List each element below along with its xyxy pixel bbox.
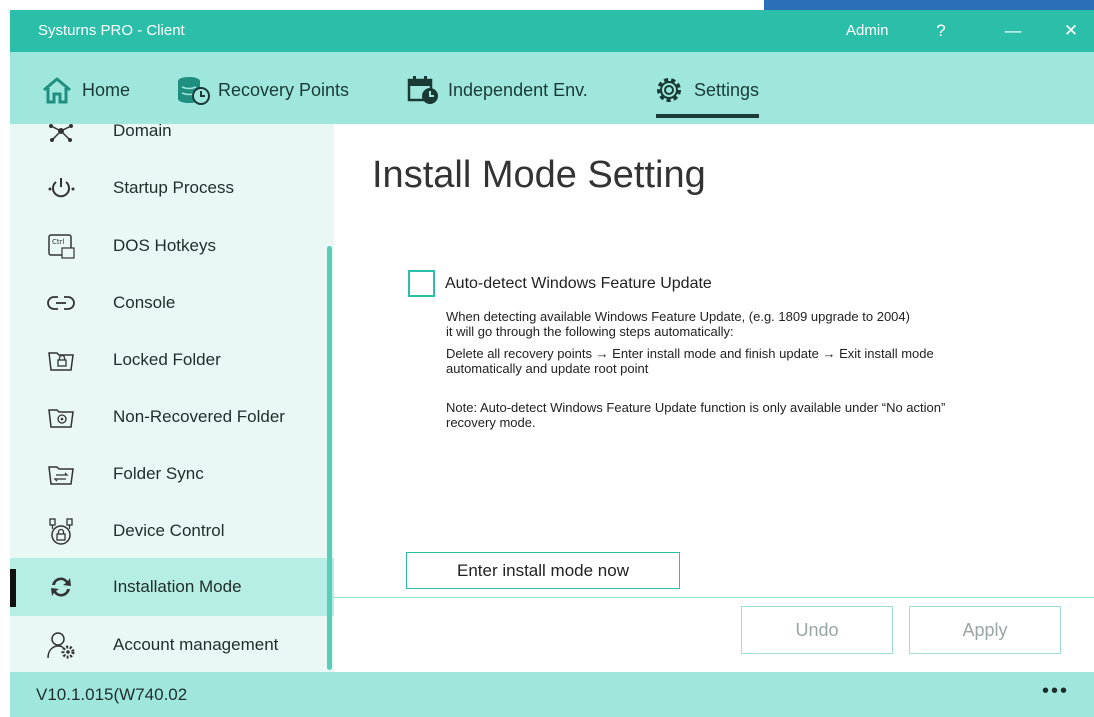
sidebar-item-console[interactable]: Console <box>10 274 334 332</box>
folder-sync-icon <box>48 466 74 485</box>
home-icon <box>43 77 71 104</box>
description-text: it will go through the following steps a… <box>446 324 734 339</box>
nonrecovered-folder-icon <box>48 409 74 428</box>
account-gear-icon <box>47 632 75 659</box>
installation-mode-icon <box>51 577 71 597</box>
active-item-indicator <box>10 569 16 607</box>
database-restore-icon <box>178 77 210 105</box>
active-tab-indicator <box>656 114 760 118</box>
tab-home[interactable]: Home <box>40 70 130 110</box>
desktop-edge <box>764 0 1094 10</box>
sidebar-item-label: Locked Folder <box>113 350 221 369</box>
sidebar-item-account-management[interactable]: Account management <box>10 616 334 672</box>
tab-recovery-points[interactable]: Recovery Points <box>176 70 349 110</box>
main-nav: Home Recovery Points Independent Env. Se… <box>10 52 1094 124</box>
auto-detect-option[interactable]: Auto-detect Windows Feature Update <box>408 270 712 297</box>
apply-button[interactable]: Apply <box>909 606 1061 654</box>
auto-detect-label[interactable]: Auto-detect Windows Feature Update <box>445 275 712 293</box>
version-label: V10.1.015(W740.02 <box>36 685 188 704</box>
more-options-icon[interactable]: ••• <box>1042 680 1069 703</box>
admin-user-label[interactable]: Admin <box>846 22 889 39</box>
gear-icon <box>657 78 681 102</box>
top-strip <box>0 0 1094 10</box>
help-button[interactable]: ? <box>926 16 956 46</box>
sidebar-item-label: Folder Sync <box>113 464 204 483</box>
sidebar-item-label: Installation Mode <box>113 577 242 596</box>
sidebar-item-locked-folder[interactable]: Locked Folder <box>10 331 334 389</box>
close-button[interactable]: ✕ <box>1056 16 1086 46</box>
tab-settings[interactable]: Settings <box>652 70 760 118</box>
description-text: automatically and update root point <box>446 361 649 376</box>
device-control-icon <box>49 518 73 545</box>
sidebar-item-label: Device Control <box>113 521 225 540</box>
sidebar-item-domain[interactable]: Domain <box>10 124 334 160</box>
sidebar-item-device-control[interactable]: Device Control <box>10 502 334 560</box>
tab-independent-env-label: Independent Env. <box>448 79 588 100</box>
sidebar-item-label: Non-Recovered Folder <box>113 407 285 426</box>
sidebar-item-label: DOS Hotkeys <box>113 236 216 255</box>
sidebar-item-label: Console <box>113 293 176 312</box>
sidebar-item-label: Domain <box>113 124 172 140</box>
power-startup-icon <box>48 178 75 198</box>
undo-button[interactable]: Undo <box>741 606 893 654</box>
description-text: Delete all recovery points → Enter insta… <box>446 346 934 361</box>
auto-detect-checkbox[interactable] <box>408 270 435 297</box>
minimize-button[interactable]: — <box>998 16 1028 46</box>
svg-text:Ctrl: Ctrl <box>52 238 65 246</box>
settings-sidebar[interactable]: Domain Startup Process Ctrl DOS Hotkeys … <box>10 124 334 672</box>
tab-recovery-points-label: Recovery Points <box>218 79 350 100</box>
main-content: Install Mode Setting Auto-detect Windows… <box>334 124 1094 672</box>
tab-settings-label: Settings <box>694 79 760 100</box>
sidebar-item-non-recovered-folder[interactable]: Non-Recovered Folder <box>10 388 334 446</box>
network-icon <box>49 124 73 142</box>
calendar-clock-icon <box>407 76 438 104</box>
sidebar-item-folder-sync[interactable]: Folder Sync <box>10 445 334 503</box>
page-title: Install Mode Setting <box>372 154 706 196</box>
sidebar-item-label: Account management <box>113 635 279 654</box>
link-console-icon <box>47 296 75 310</box>
status-bar: V10.1.015(W740.02 ••• <box>10 672 1094 717</box>
sidebar-item-dos-hotkeys[interactable]: Ctrl DOS Hotkeys <box>10 217 334 275</box>
sidebar-item-installation-mode[interactable]: Installation Mode <box>10 558 334 616</box>
divider <box>334 597 1094 598</box>
description-text: When detecting available Windows Feature… <box>446 309 910 324</box>
ctrl-key-icon: Ctrl <box>48 234 75 259</box>
tab-independent-env[interactable]: Independent Env. <box>406 70 588 110</box>
sidebar-item-label: Startup Process <box>113 178 234 197</box>
title-bar: Systurns PRO - Client Admin ? — ✕ <box>10 10 1094 52</box>
enter-install-mode-button[interactable]: Enter install mode now <box>406 552 680 589</box>
sidebar-item-startup-process[interactable]: Startup Process <box>10 159 334 217</box>
locked-folder-icon <box>48 352 74 371</box>
note-text: recovery mode. <box>446 415 536 430</box>
note-text: Note: Auto-detect Windows Feature Update… <box>446 400 946 415</box>
window-title: Systurns PRO - Client <box>38 22 185 39</box>
sidebar-scrollbar[interactable] <box>327 246 332 670</box>
tab-home-label: Home <box>82 79 131 100</box>
